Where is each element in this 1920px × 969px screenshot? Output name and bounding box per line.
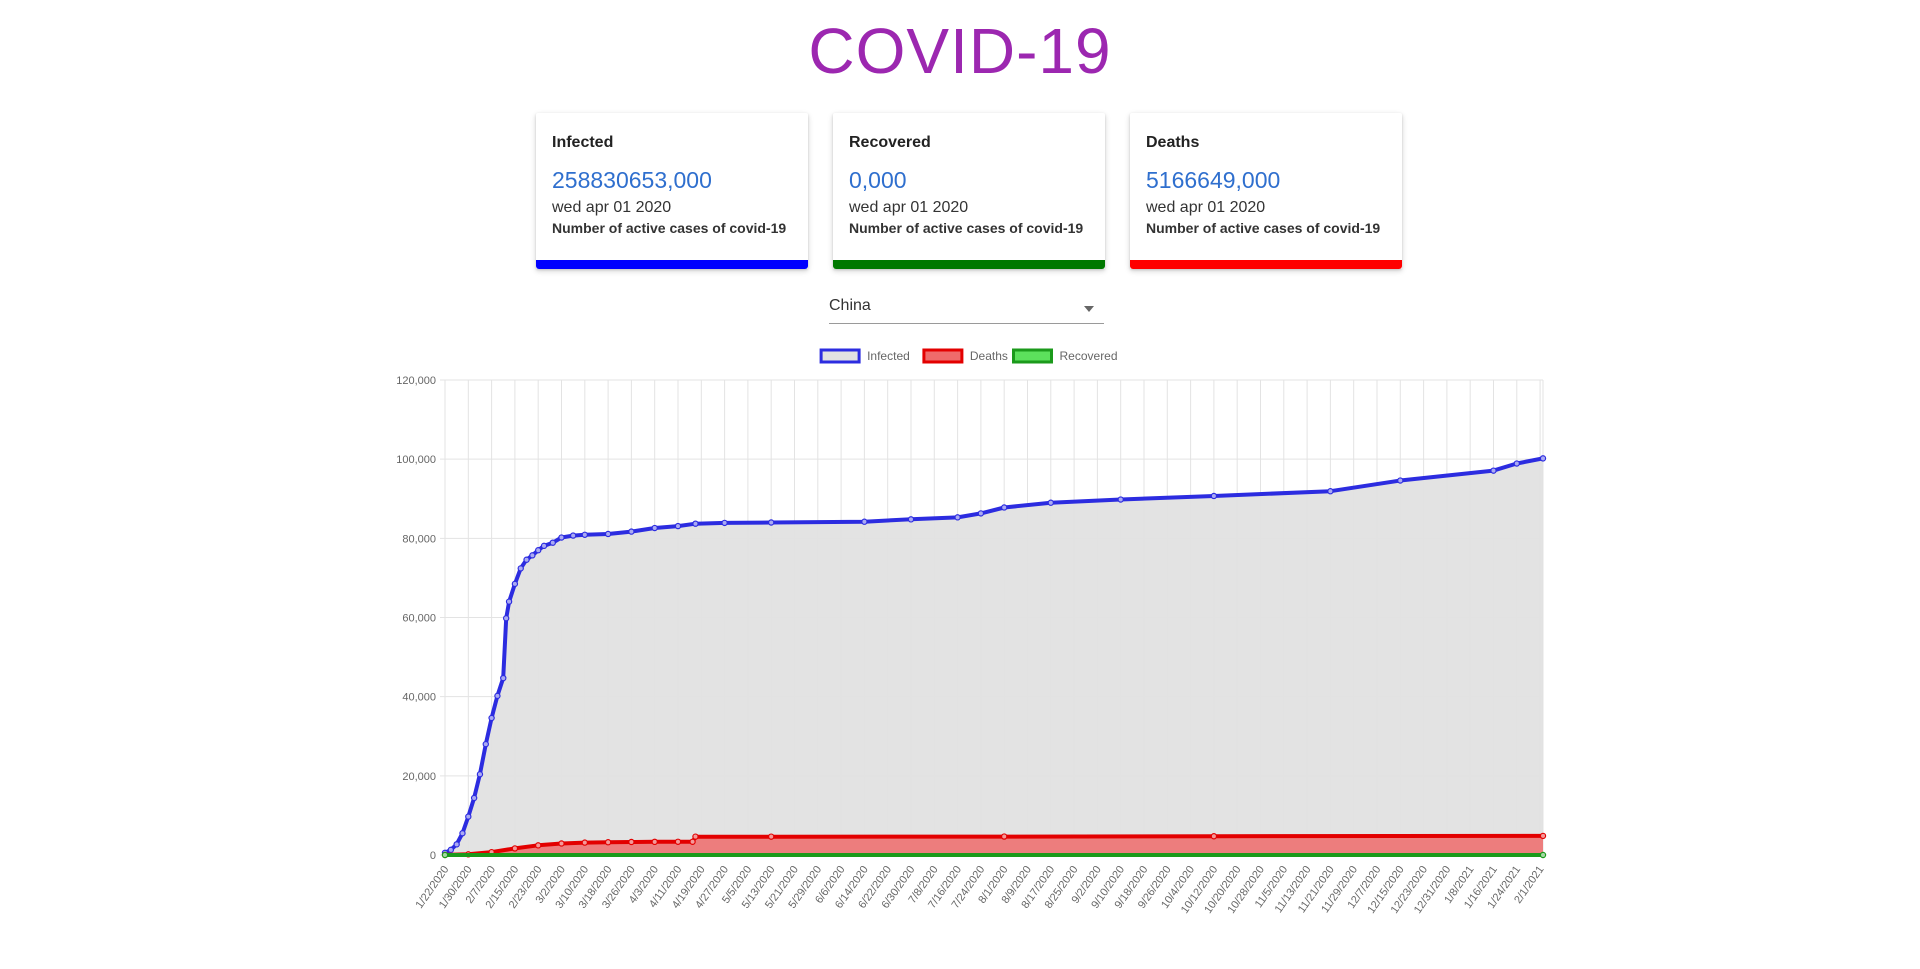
card-description: Number of active cases of covid-19 bbox=[849, 220, 1084, 236]
infected-point bbox=[1117, 496, 1124, 503]
recovered-legend-swatch bbox=[1012, 348, 1053, 364]
infected-point bbox=[529, 552, 536, 559]
infected-point bbox=[1539, 455, 1547, 462]
infected-point bbox=[476, 771, 484, 778]
y-tick-label: 40,000 bbox=[402, 692, 436, 704]
infected-point bbox=[502, 615, 510, 622]
deaths-card: Deaths 5166649,000 wed apr 01 2020 Numbe… bbox=[1130, 113, 1402, 269]
infected-point bbox=[482, 740, 489, 748]
infected-point bbox=[1513, 460, 1520, 467]
infected-point bbox=[907, 516, 915, 523]
infected-point bbox=[1000, 504, 1008, 511]
infected-point bbox=[1047, 499, 1054, 506]
card-label: Recovered bbox=[849, 134, 931, 151]
deaths-point bbox=[604, 839, 612, 846]
infected-point bbox=[861, 518, 868, 525]
infected-point bbox=[488, 714, 495, 722]
y-tick-label: 100,000 bbox=[396, 454, 436, 466]
y-tick-label: 80,000 bbox=[402, 533, 436, 545]
y-tick-label: 0 bbox=[430, 850, 436, 862]
y-tick-label: 60,000 bbox=[402, 613, 436, 625]
country-select-value: China bbox=[829, 297, 871, 314]
card-color-bar bbox=[536, 260, 808, 269]
deaths-point bbox=[1000, 833, 1008, 840]
deaths-point bbox=[1210, 833, 1218, 840]
infected-point bbox=[549, 539, 556, 546]
card-label: Deaths bbox=[1146, 134, 1200, 151]
y-tick-label: 120,000 bbox=[396, 375, 436, 387]
infected-point bbox=[500, 674, 507, 682]
infected-point bbox=[558, 534, 565, 541]
legend-label: Deaths bbox=[970, 349, 1008, 363]
infected-card: Infected 258830653,000 wed apr 01 2020 N… bbox=[536, 113, 808, 269]
infected-point bbox=[465, 813, 472, 820]
infected-point bbox=[511, 580, 519, 588]
recovered-card: Recovered 0,000 wed apr 01 2020 Number o… bbox=[833, 113, 1105, 269]
page-title: COVID-19 bbox=[808, 15, 1112, 87]
deaths-point bbox=[1539, 832, 1547, 840]
recovered-point bbox=[441, 851, 449, 859]
infected-point bbox=[977, 510, 985, 517]
caret-down-icon[interactable] bbox=[1084, 306, 1094, 312]
infected-point bbox=[569, 532, 577, 539]
infected-point bbox=[540, 542, 548, 550]
infected-point bbox=[1490, 467, 1497, 474]
deaths-point bbox=[534, 842, 542, 849]
infected-point bbox=[494, 692, 501, 700]
card-value: 0,000 bbox=[849, 167, 907, 193]
card-date: wed apr 01 2020 bbox=[849, 199, 969, 216]
infected-legend-swatch bbox=[819, 348, 861, 364]
card-date: wed apr 01 2020 bbox=[552, 199, 672, 216]
infected-point bbox=[447, 846, 455, 854]
deaths-legend-swatch bbox=[922, 348, 964, 364]
infected-point bbox=[651, 524, 658, 532]
infected-point bbox=[767, 519, 775, 526]
legend-label: Infected bbox=[867, 349, 910, 363]
card-date: wed apr 01 2020 bbox=[1146, 199, 1266, 216]
deaths-point bbox=[767, 833, 775, 840]
infected-point bbox=[453, 841, 460, 848]
deaths-point bbox=[628, 838, 635, 846]
infected-point bbox=[505, 598, 513, 605]
deaths-point bbox=[692, 833, 699, 840]
deaths-point bbox=[581, 839, 588, 846]
country-select[interactable]: China bbox=[829, 293, 1104, 324]
infected-point bbox=[534, 547, 542, 554]
card-label: Infected bbox=[552, 134, 614, 151]
card-description: Number of active cases of covid-19 bbox=[1146, 220, 1381, 236]
card-value: 5166649,000 bbox=[1146, 167, 1281, 193]
deaths-point bbox=[511, 845, 519, 852]
deaths-point bbox=[558, 840, 565, 847]
infected-point bbox=[459, 830, 466, 837]
legend-label: Recovered bbox=[1060, 349, 1118, 363]
infected-point bbox=[1397, 477, 1404, 484]
card-color-bar bbox=[833, 260, 1105, 269]
infected-point bbox=[628, 528, 635, 535]
infected-point bbox=[1327, 488, 1334, 495]
covid-chart: 1/22/20201/30/20202/7/20202/15/20202/23/… bbox=[396, 348, 1547, 916]
infected-point bbox=[581, 531, 588, 538]
deaths-point bbox=[651, 838, 658, 846]
infected-point bbox=[470, 794, 478, 802]
infected-point bbox=[604, 530, 612, 538]
card-color-bar bbox=[1130, 260, 1402, 269]
stats-cards: Infected 258830653,000 wed apr 01 2020 N… bbox=[536, 113, 1402, 273]
infected-area bbox=[445, 458, 1543, 855]
infected-point bbox=[523, 556, 530, 563]
deaths-point bbox=[689, 838, 696, 845]
infected-point bbox=[1210, 492, 1218, 500]
infected-point bbox=[517, 565, 524, 572]
y-tick-label: 20,000 bbox=[402, 771, 436, 783]
infected-point bbox=[954, 514, 961, 521]
card-value: 258830653,000 bbox=[552, 167, 712, 193]
recovered-point bbox=[1539, 851, 1547, 859]
deaths-point bbox=[674, 838, 682, 845]
infected-point bbox=[692, 520, 699, 527]
infected-point bbox=[674, 522, 682, 530]
infected-point bbox=[721, 519, 728, 527]
card-description: Number of active cases of covid-19 bbox=[552, 220, 787, 236]
